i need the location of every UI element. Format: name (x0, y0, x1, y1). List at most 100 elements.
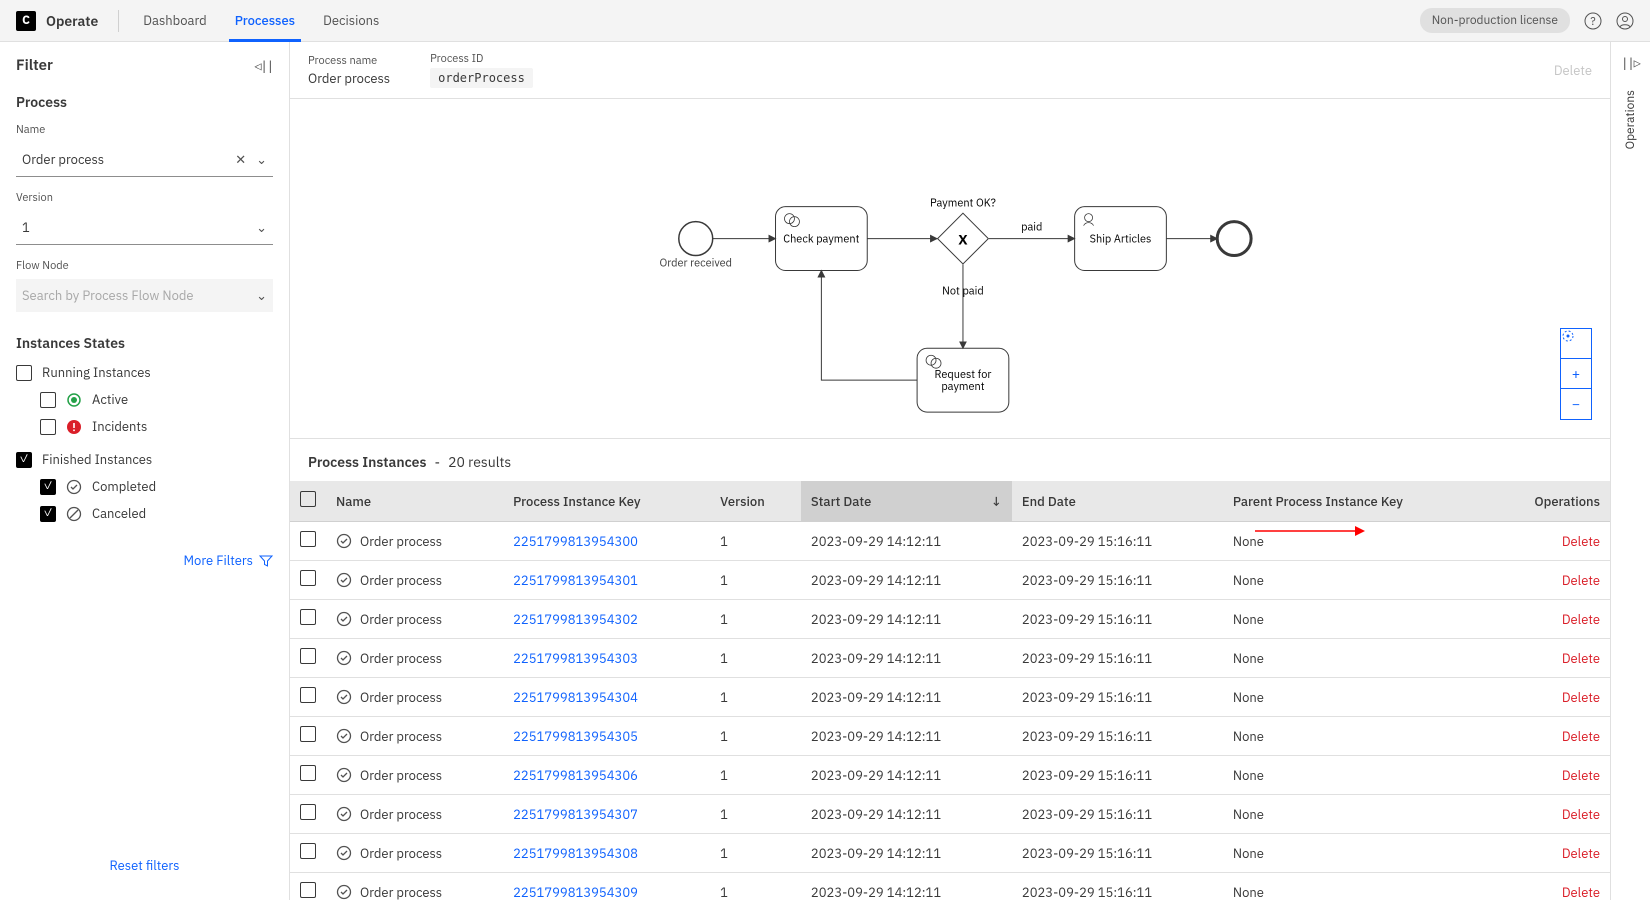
row-delete-button[interactable]: Delete (1562, 533, 1600, 550)
table-body: Order process225179981395430012023-09-29… (290, 522, 1610, 900)
clear-icon[interactable]: ✕ (235, 151, 246, 168)
row-parent: None (1223, 561, 1490, 600)
expand-ops-icon[interactable]: ||▷ (1621, 56, 1640, 70)
nav-tabs: Dashboard Processes Decisions (143, 0, 379, 41)
canceled-label: Canceled (92, 505, 146, 522)
row-parent: None (1223, 522, 1490, 561)
completed-icon (336, 806, 352, 822)
row-version: 1 (710, 795, 801, 834)
row-checkbox[interactable] (300, 843, 316, 859)
incidents-checkbox[interactable]: Incidents (40, 418, 273, 435)
row-delete-button[interactable]: Delete (1562, 572, 1600, 589)
help-icon[interactable]: ? (1584, 12, 1602, 30)
row-checkbox[interactable] (300, 726, 316, 742)
row-name: Order process (360, 611, 442, 628)
row-delete-button[interactable]: Delete (1562, 650, 1600, 667)
instance-key-link[interactable]: 2251799813954304 (513, 689, 638, 706)
zoom-out-button[interactable]: − (1561, 389, 1591, 419)
notpaid-label: Not paid (942, 284, 984, 298)
completed-icon (336, 689, 352, 705)
row-delete-button[interactable]: Delete (1562, 884, 1600, 900)
canceled-icon (66, 506, 82, 522)
running-label: Running Instances (42, 364, 151, 381)
row-end: 2023-09-29 15:16:11 (1012, 678, 1223, 717)
row-version: 1 (710, 873, 801, 900)
running-instances-checkbox[interactable]: Running Instances (16, 364, 273, 381)
col-version[interactable]: Version (710, 481, 801, 522)
collapse-sidebar-icon[interactable]: ◁|| (254, 59, 273, 73)
row-delete-button[interactable]: Delete (1562, 767, 1600, 784)
nav-tab-dashboard[interactable]: Dashboard (143, 0, 206, 41)
instance-key-link[interactable]: 2251799813954306 (513, 767, 638, 784)
instance-key-link[interactable]: 2251799813954308 (513, 845, 638, 862)
select-all-checkbox[interactable] (300, 491, 316, 507)
process-id-value: orderProcess (430, 68, 533, 88)
row-version: 1 (710, 717, 801, 756)
canceled-checkbox[interactable]: Canceled (40, 505, 273, 522)
table-row: Order process225179981395430912023-09-29… (290, 873, 1610, 900)
row-parent: None (1223, 834, 1490, 873)
row-delete-button[interactable]: Delete (1562, 728, 1600, 745)
instance-key-link[interactable]: 2251799813954300 (513, 533, 638, 550)
bpmn-diagram[interactable]: Order received Check payment X Payment O… (290, 99, 1610, 439)
row-checkbox[interactable] (300, 609, 316, 625)
instance-key-link[interactable]: 2251799813954309 (513, 884, 638, 900)
col-name[interactable]: Name (326, 481, 503, 522)
checkbox-icon (16, 452, 32, 468)
row-checkbox[interactable] (300, 882, 316, 898)
instance-key-link[interactable]: 2251799813954305 (513, 728, 638, 745)
delete-process-button[interactable]: Delete (1554, 62, 1592, 79)
finished-instances-checkbox[interactable]: Finished Instances (16, 451, 273, 468)
col-key[interactable]: Process Instance Key (503, 481, 710, 522)
instances-table: Name Process Instance Key Version Start … (290, 481, 1610, 900)
completed-checkbox[interactable]: Completed (40, 478, 273, 495)
start-event[interactable] (679, 222, 713, 256)
table-row: Order process225179981395430212023-09-29… (290, 600, 1610, 639)
row-delete-button[interactable]: Delete (1562, 806, 1600, 823)
user-icon[interactable] (1616, 12, 1634, 30)
row-checkbox[interactable] (300, 687, 316, 703)
completed-icon (336, 611, 352, 627)
instance-key-link[interactable]: 2251799813954303 (513, 650, 638, 667)
table-row: Order process225179981395430712023-09-29… (290, 795, 1610, 834)
row-start: 2023-09-29 14:12:11 (801, 834, 1012, 873)
col-parent[interactable]: Parent Process Instance Key (1223, 481, 1490, 522)
instance-key-link[interactable]: 2251799813954307 (513, 806, 638, 823)
process-section-title: Process (16, 93, 273, 111)
version-select[interactable]: 1 ⌄ (16, 211, 273, 245)
nav-tab-decisions[interactable]: Decisions (323, 0, 379, 41)
main-layout: Filter ◁|| Process Name Order process ✕ … (0, 42, 1650, 900)
row-end: 2023-09-29 15:16:11 (1012, 561, 1223, 600)
row-delete-button[interactable]: Delete (1562, 611, 1600, 628)
row-parent: None (1223, 756, 1490, 795)
row-version: 1 (710, 756, 801, 795)
instances-table-wrap[interactable]: Name Process Instance Key Version Start … (290, 481, 1610, 900)
reset-filters-button[interactable]: Reset filters (16, 845, 273, 886)
instance-key-link[interactable]: 2251799813954302 (513, 611, 638, 628)
row-checkbox[interactable] (300, 570, 316, 586)
row-start: 2023-09-29 14:12:11 (801, 639, 1012, 678)
active-checkbox[interactable]: Active (40, 391, 273, 408)
col-ops[interactable]: Operations (1490, 481, 1610, 522)
instance-key-link[interactable]: 2251799813954301 (513, 572, 638, 589)
row-checkbox[interactable] (300, 765, 316, 781)
process-name-select[interactable]: Order process ✕ ⌄ (16, 143, 273, 177)
more-filters-button[interactable]: More Filters (16, 552, 273, 569)
row-checkbox[interactable] (300, 648, 316, 664)
row-checkbox[interactable] (300, 531, 316, 547)
col-start[interactable]: Start Date↓ (801, 481, 1012, 522)
zoom-controls: + − (1560, 328, 1592, 420)
row-delete-button[interactable]: Delete (1562, 689, 1600, 706)
end-event[interactable] (1217, 222, 1251, 256)
zoom-reset-button[interactable] (1561, 329, 1591, 359)
row-checkbox[interactable] (300, 804, 316, 820)
nav-tab-processes[interactable]: Processes (235, 0, 295, 41)
row-delete-button[interactable]: Delete (1562, 845, 1600, 862)
flownode-select[interactable]: Search by Process Flow Node ⌄ (16, 279, 273, 312)
process-name-value: Order process (22, 151, 104, 168)
table-row: Order process225179981395430012023-09-29… (290, 522, 1610, 561)
more-filters-label: More Filters (184, 552, 254, 569)
app-name: Operate (46, 12, 98, 30)
col-end[interactable]: End Date (1012, 481, 1223, 522)
zoom-in-button[interactable]: + (1561, 359, 1591, 389)
